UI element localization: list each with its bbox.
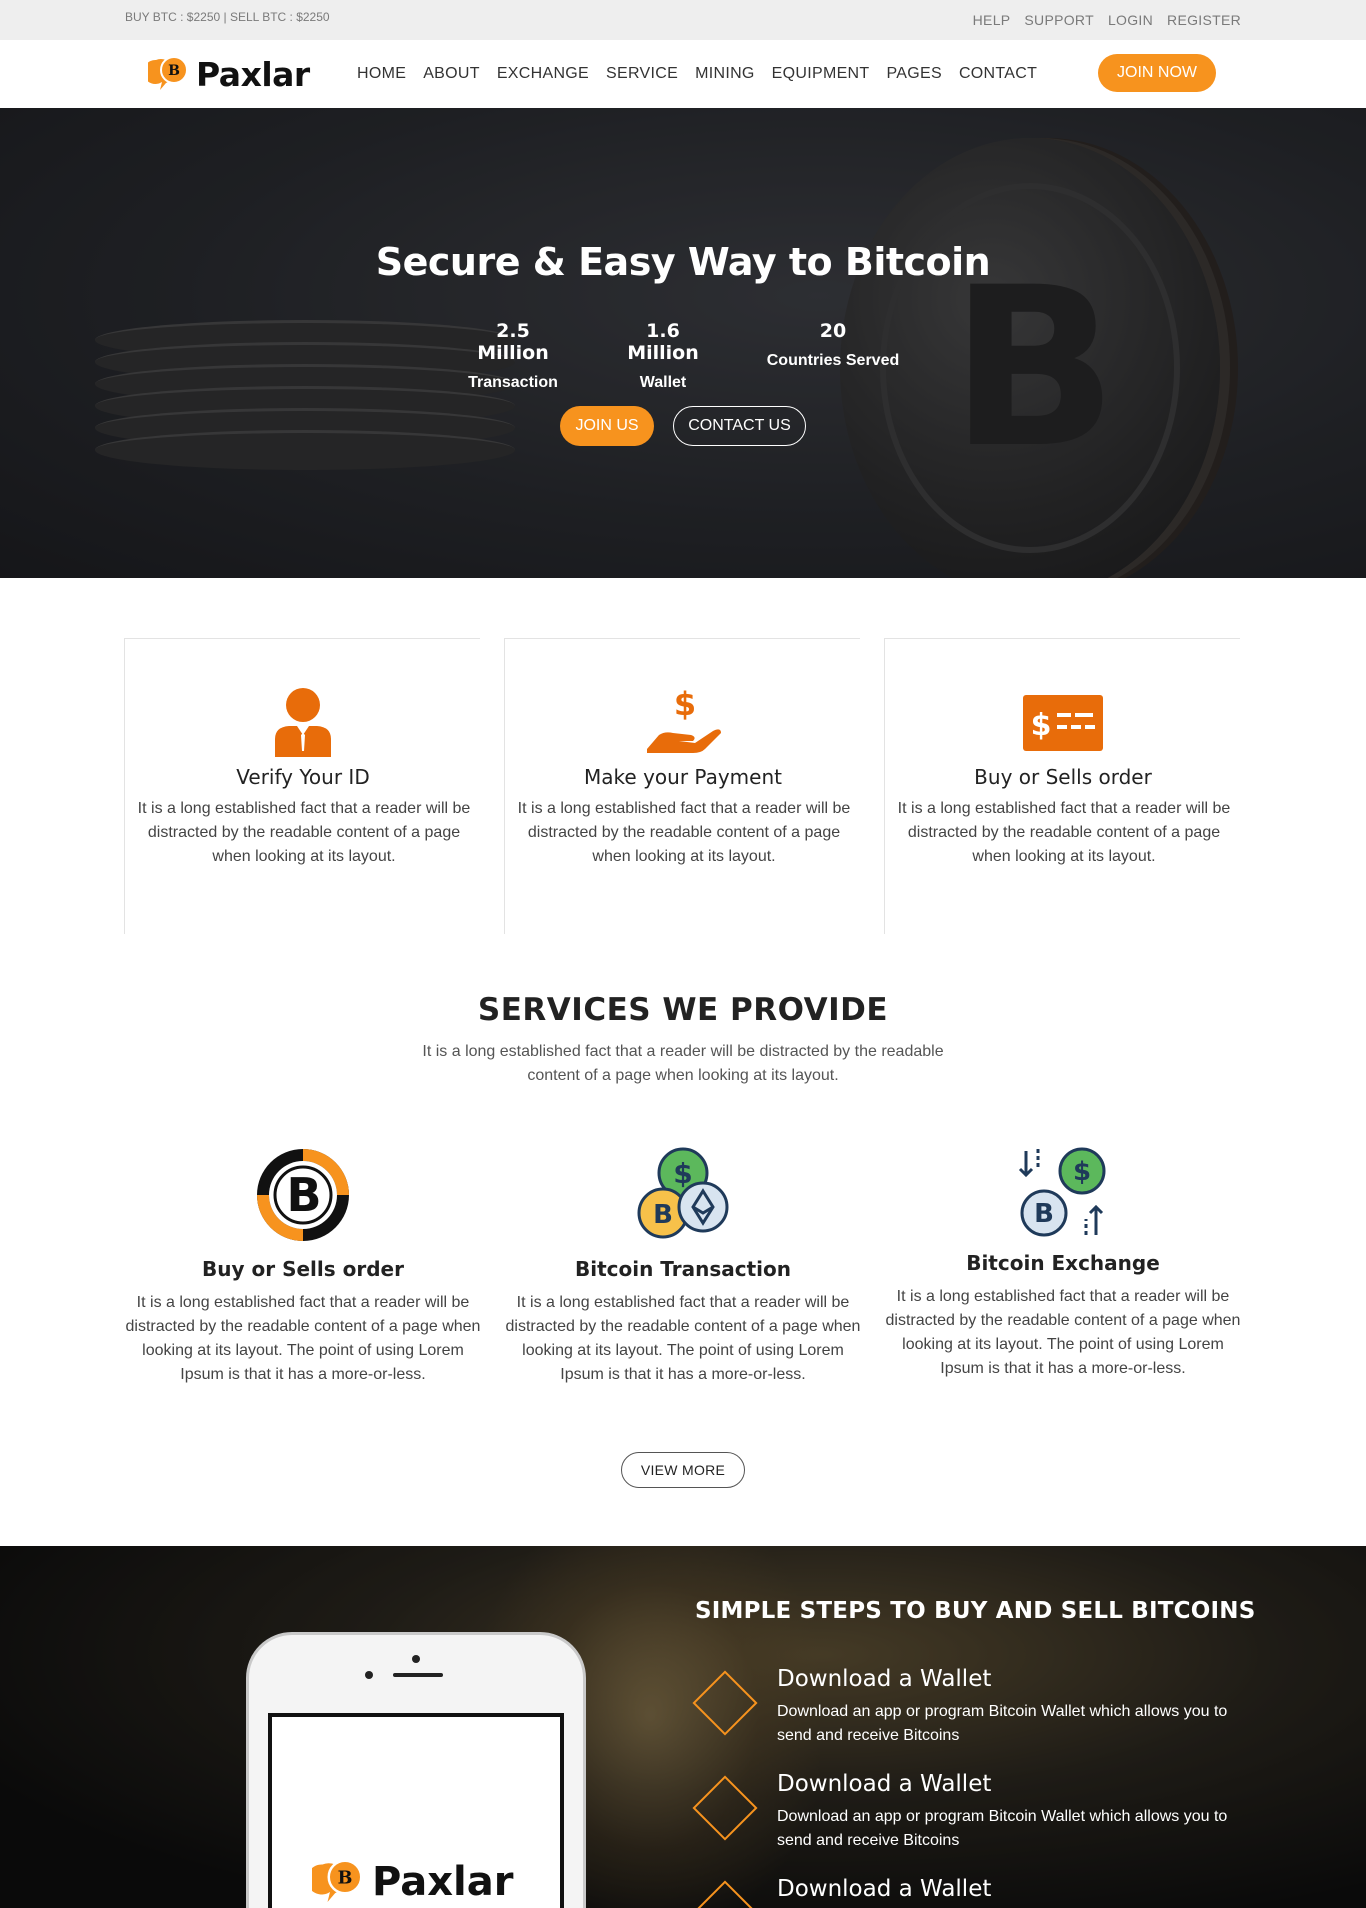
feature-text: It is a long established fact that a rea… [897,800,1231,865]
phone-logo: B Paxlar [312,1857,513,1907]
services-title: SERVICES WE PROVIDE [477,992,889,1028]
feature-text: It is a long established fact that a rea… [137,800,471,865]
menu-exchange[interactable]: EXCHANGE [497,65,589,83]
step-title: Download a Wallet [777,1876,992,1902]
bitcoin-coin-icon: B [123,1145,483,1245]
svg-text:B: B [286,1168,321,1222]
phone-logo-text: Paxlar [372,1859,514,1905]
btc-prices: BUY BTC : $2250 | SELL BTC : $2250 [125,10,330,24]
service-title: Buy or Sells order [202,1257,404,1281]
menu-equipment[interactable]: EQUIPMENT [772,65,870,83]
steps-section: B Paxlar SIMPLE STEPS TO BUY AND SELL BI… [0,1546,1366,1908]
hero-banner: B Secure & Easy Way to Bitcoin 2.5 Milli… [0,108,1366,578]
stat-countries: 20 Countries Served [758,320,908,370]
service-text: It is a long established fact that a rea… [125,1294,481,1383]
service-title: Bitcoin Exchange [966,1251,1160,1275]
feature-text: It is a long established fact that a rea… [517,800,851,865]
stat-wallet: 1.6 Million Wallet [613,320,713,392]
menu-service[interactable]: SERVICE [606,65,678,83]
logo-text: Paxlar [196,54,310,94]
svg-text:$: $ [1073,1157,1091,1187]
service-text: It is a long established fact that a rea… [505,1294,861,1383]
stat-value: 2.5 Million [477,320,549,364]
svg-text:$: $ [1031,708,1052,743]
join-now-button[interactable]: JOIN NOW [1098,54,1216,92]
coins-stack-icon: $ B [503,1145,863,1245]
stat-value: 20 [819,320,847,342]
dollar-card-icon: $ [885,687,1241,757]
stat-label: Wallet [639,374,687,391]
support-link[interactable]: SUPPORT [1024,12,1094,28]
login-link[interactable]: LOGIN [1108,12,1153,28]
stat-label: Transaction [468,374,558,391]
svg-text:B: B [653,1200,673,1230]
view-more-button[interactable]: VIEW MORE [621,1452,745,1488]
feature-card: $ Make your Payment It is a long establi… [504,638,860,934]
menu: HOME ABOUT EXCHANGE SERVICE MINING EQUIP… [357,65,1037,83]
logo-bubble-icon: B [143,54,192,94]
services-subtitle: It is a long established fact that a rea… [422,1043,944,1084]
payment-hand-icon: $ [505,687,861,757]
join-us-button[interactable]: JOIN US [560,406,654,446]
step-title: Download a Wallet [777,1771,992,1797]
menu-contact[interactable]: CONTACT [959,65,1037,83]
stat-transaction: 2.5 Million Transaction [463,320,563,392]
phone-mockup-image: B Paxlar [246,1632,586,1908]
phone-screen: B Paxlar [268,1713,564,1908]
hero-title: Secure & Easy Way to Bitcoin [375,240,991,284]
top-links: HELP SUPPORT LOGIN REGISTER [973,12,1241,28]
stat-label: Countries Served [766,352,900,369]
feature-card: Verify Your ID It is a long established … [124,638,480,934]
step-text: Download an app or program Bitcoin Walle… [777,1808,1228,1849]
contact-us-button[interactable]: CONTACT US [673,406,806,446]
step-text: Download an app or program Bitcoin Walle… [777,1703,1228,1744]
user-id-icon [125,687,481,757]
step-title: Download a Wallet [777,1666,992,1692]
logo-bubble-icon: B [312,1859,363,1902]
svg-text:$: $ [673,1157,692,1190]
service-item: B Buy or Sells order It is a long establ… [123,1145,483,1387]
stat-value: 1.6 Million [627,320,699,364]
logo-letter: B [168,63,180,79]
logo[interactable]: B Paxlar [143,54,310,94]
svg-text:$: $ [674,687,696,723]
register-link[interactable]: REGISTER [1167,12,1241,28]
service-text: It is a long established fact that a rea… [885,1288,1241,1377]
menu-mining[interactable]: MINING [695,65,755,83]
menu-about[interactable]: ABOUT [423,65,480,83]
service-title: Bitcoin Transaction [574,1257,791,1281]
svg-text:B: B [1034,1199,1054,1229]
top-bar: BUY BTC : $2250 | SELL BTC : $2250 HELP … [0,0,1366,40]
service-item: $ B Bitcoin Transaction It is a long est… [503,1145,863,1387]
feature-title: Verify Your ID [236,765,370,789]
feature-title: Make your Payment [584,765,782,789]
feature-cards: Verify Your ID It is a long established … [124,638,1242,934]
help-link[interactable]: HELP [973,12,1011,28]
feature-card: $ Buy or Sells order It is a long establ… [884,638,1240,934]
service-item: $ B Bitcoin Exchange It is a long establ… [883,1145,1243,1381]
svg-text:B: B [338,1868,353,1888]
exchange-icon: $ B [883,1145,1243,1239]
menu-home[interactable]: HOME [357,65,406,83]
menu-pages[interactable]: PAGES [887,65,942,83]
feature-title: Buy or Sells order [974,765,1152,789]
steps-title: SIMPLE STEPS TO BUY AND SELL BITCOINS [695,1598,1256,1624]
